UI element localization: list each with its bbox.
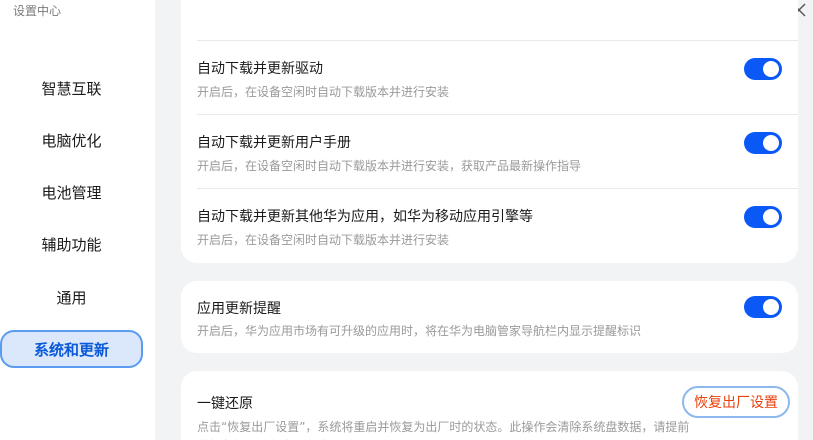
sidebar-item-general[interactable]: 通用 <box>0 278 143 316</box>
toggle-knob <box>763 61 779 77</box>
update-reminder-card: 应用更新提醒 开启后，华为应用市场有可升级的应用时，将在华为电脑管家导航栏内显示… <box>181 281 798 353</box>
setting-desc: 开启后，在设备空闲时自动下载版本并进行安装，获取产品最新操作指导 <box>197 159 582 173</box>
sidebar-item-accessibility[interactable]: 辅助功能 <box>0 225 143 263</box>
update-reminder-toggle[interactable] <box>744 296 782 318</box>
setting-row-other-apps-update: 自动下载并更新其他华为应用，如华为移动应用引擎等 开启后，在设备空闲时自动下载版… <box>181 189 798 263</box>
toggle-knob <box>763 209 779 225</box>
setting-row-driver-update: 自动下载并更新驱动 开启后，在设备空闲时自动下载版本并进行安装 <box>181 41 798 115</box>
setting-desc: 开启后，在设备空闲时自动下载版本并进行安装 <box>197 85 450 99</box>
setting-row-manual-update: 自动下载并更新用户手册 开启后，在设备空闲时自动下载版本并进行安装，获取产品最新… <box>181 115 798 189</box>
sidebar-item-battery[interactable]: 电池管理 <box>0 173 143 211</box>
auto-update-card: 自动下载并更新驱动 开启后，在设备空闲时自动下载版本并进行安装 自动下载并更新用… <box>181 0 798 263</box>
sidebar: 设置中心 智慧互联 电脑优化 电池管理 辅助功能 通用 系统和更新 <box>0 0 155 440</box>
sidebar-item-system-update[interactable]: 系统和更新 <box>0 330 143 368</box>
sidebar-item-pc-optimization[interactable]: 电脑优化 <box>0 121 143 159</box>
driver-update-toggle[interactable] <box>744 58 782 80</box>
setting-title: 一键还原 <box>197 396 253 412</box>
factory-reset-card: 一键还原 恢复出厂设置 点击“恢复出厂设置”，系统将重启并恢复为出厂时的状态。此… <box>181 371 798 440</box>
setting-title: 自动下载并更新其他华为应用，如华为移动应用引擎等 <box>197 209 533 225</box>
setting-title: 应用更新提醒 <box>197 301 281 317</box>
setting-title: 自动下载并更新用户手册 <box>197 135 351 151</box>
other-apps-update-toggle[interactable] <box>744 206 782 228</box>
factory-reset-desc: 点击“恢复出厂设置”，系统将重启并恢复为出厂时的状态。此操作会清除系统盘数据，请… <box>197 420 690 440</box>
setting-desc: 开启后，在设备空闲时自动下载版本并进行安装 <box>197 233 450 247</box>
setting-desc: 开启后，华为应用市场有可升级的应用时，将在华为电脑管家导航栏内显示提醒标识 <box>197 324 642 338</box>
setting-title: 自动下载并更新驱动 <box>197 61 323 77</box>
app-title: 设置中心 <box>13 4 62 18</box>
toggle-knob <box>763 135 779 151</box>
toggle-knob <box>763 299 779 315</box>
manual-update-toggle[interactable] <box>744 132 782 154</box>
sidebar-item-smart-connect[interactable]: 智慧互联 <box>0 69 143 107</box>
factory-reset-button[interactable]: 恢复出厂设置 <box>682 386 790 418</box>
